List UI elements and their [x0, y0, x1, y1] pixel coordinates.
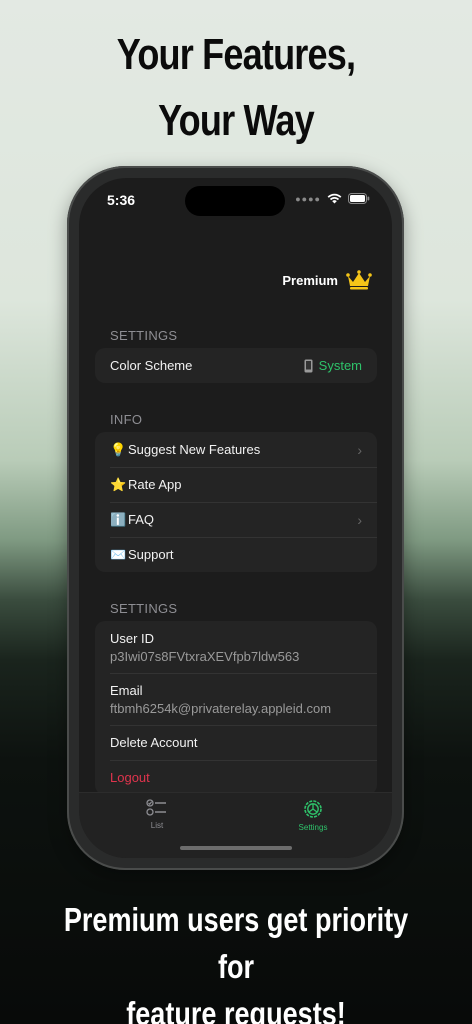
envelope-icon: ✉️	[110, 546, 127, 562]
phone-frame: 5:36 ●●●● Premium SETTINGS Color Scheme …	[67, 166, 404, 870]
lightbulb-icon: 💡	[110, 441, 127, 457]
tab-settings[interactable]: Settings	[273, 799, 353, 832]
tab-list[interactable]: List	[117, 799, 197, 830]
dynamic-island	[185, 186, 285, 216]
user-id-value: p3Iwi07s8FVtxraXEVfpb7ldw563	[110, 648, 300, 664]
premium-label: Premium	[282, 272, 338, 288]
promo-headline: Your Features, Your Way	[42, 22, 429, 154]
color-scheme-value[interactable]: System	[304, 358, 362, 373]
promo-footer: Premium users get priority for feature r…	[42, 896, 429, 1024]
color-scheme-value-text: System	[318, 358, 362, 373]
rate-app-label: Rate App	[128, 477, 182, 492]
chevron-right-icon: ›	[357, 441, 362, 458]
account-group: User ID p3Iwi07s8FVtxraXEVfpb7ldw563 Ema…	[95, 621, 377, 795]
promo-footer-line1: Premium users get priority for	[63, 901, 409, 985]
email-label: Email	[110, 682, 143, 698]
promo-headline-line2: Your Way	[158, 96, 315, 145]
status-time: 5:36	[107, 192, 136, 208]
list-icon	[146, 799, 166, 816]
tab-settings-label: Settings	[298, 823, 328, 832]
support-row[interactable]: ✉️ Support	[95, 537, 377, 572]
email-row[interactable]: Email ftbmh6254k@privaterelay.appleid.co…	[95, 673, 377, 725]
info-icon: ℹ️	[110, 511, 127, 527]
logout-label: Logout	[110, 770, 150, 785]
account-section-header: SETTINGS	[110, 601, 178, 616]
settings-gear-icon	[304, 800, 322, 818]
faq-label: FAQ	[128, 512, 155, 527]
email-value: ftbmh6254k@privaterelay.appleid.com	[110, 700, 332, 716]
star-icon: ⭐	[110, 476, 127, 492]
info-section-header: INFO	[110, 412, 143, 427]
user-id-label: User ID	[110, 630, 155, 646]
rate-app-row[interactable]: ⭐ Rate App	[95, 467, 377, 502]
tab-list-label: List	[150, 821, 164, 830]
status-icons: ●●●●	[295, 193, 370, 204]
support-label: Support	[128, 547, 174, 562]
signal-icon: ●●●●	[295, 193, 321, 204]
delete-account-row[interactable]: Delete Account	[95, 725, 377, 760]
phone-screen: 5:36 ●●●● Premium SETTINGS Color Scheme …	[79, 178, 392, 858]
wifi-icon	[327, 193, 342, 204]
color-scheme-label: Color Scheme	[110, 358, 193, 373]
info-group: 💡 Suggest New Features › ⭐ Rate App ℹ️ F…	[95, 432, 377, 572]
faq-row[interactable]: ℹ️ FAQ ›	[95, 502, 377, 537]
logout-row[interactable]: Logout	[95, 760, 377, 795]
delete-account-label: Delete Account	[110, 735, 198, 750]
suggest-features-row[interactable]: 💡 Suggest New Features ›	[95, 432, 377, 467]
suggest-features-label: Suggest New Features	[128, 442, 261, 457]
home-indicator	[180, 846, 292, 850]
crown-icon	[346, 270, 372, 290]
promo-headline-line1: Your Features,	[116, 30, 356, 79]
settings-section-header: SETTINGS	[110, 328, 178, 343]
promo-footer-line2: feature requests!	[126, 995, 346, 1024]
battery-icon	[348, 193, 370, 204]
chevron-right-icon: ›	[357, 511, 362, 528]
color-scheme-group: Color Scheme System	[95, 348, 377, 383]
user-id-row[interactable]: User ID p3Iwi07s8FVtxraXEVfpb7ldw563	[95, 621, 377, 673]
color-scheme-row[interactable]: Color Scheme System	[95, 348, 377, 383]
premium-button[interactable]: Premium	[282, 270, 372, 290]
phone-icon	[304, 359, 313, 372]
